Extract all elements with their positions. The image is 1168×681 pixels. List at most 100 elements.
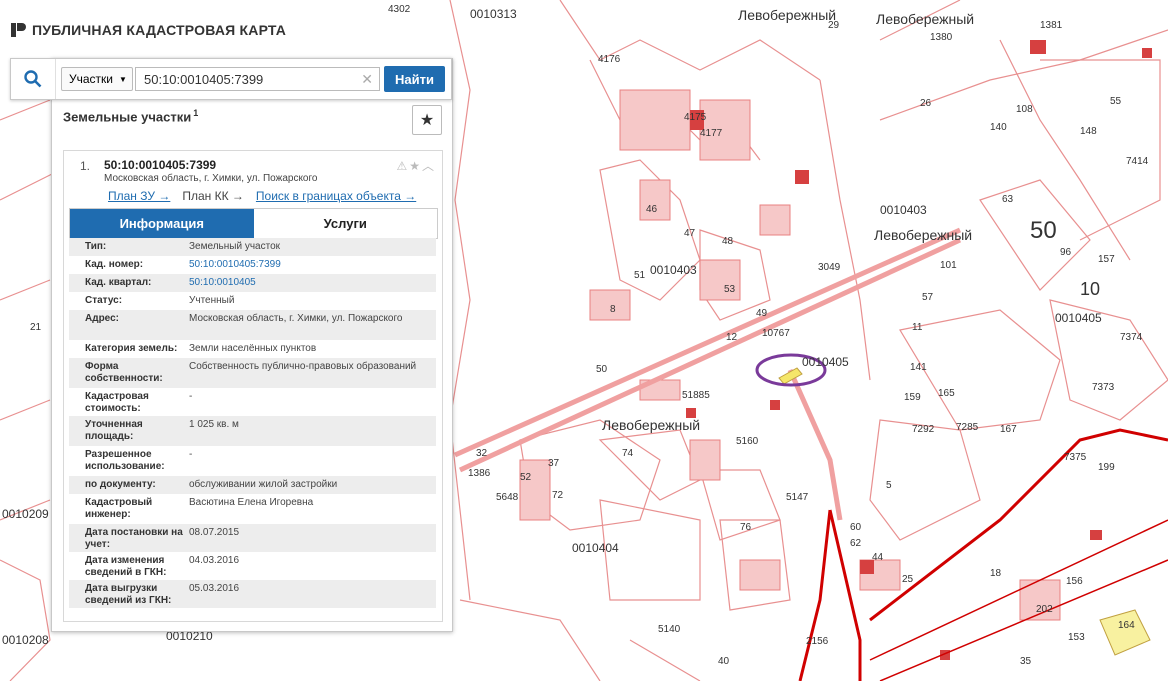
plan-zu-link[interactable]: План ЗУ →	[108, 189, 170, 203]
parcel-label: 47	[684, 228, 696, 239]
property-row: Статус: Учтенный	[69, 292, 436, 310]
property-label: Статус:	[85, 295, 123, 306]
card-tabs: Информация Услуги	[69, 208, 438, 239]
tab-services[interactable]: Услуги	[253, 209, 437, 238]
property-label: Дата изменения сведений в ГКН:	[85, 555, 167, 578]
search-icon[interactable]	[11, 59, 56, 99]
chevron-up-icon[interactable]: ︿	[422, 159, 436, 173]
parcel-cad-number[interactable]: 50:10:0010405:7399	[104, 158, 216, 172]
plan-kk-link[interactable]: План КК →	[182, 189, 244, 203]
search-type-label: Участки	[69, 72, 113, 86]
parcel-label: 25	[902, 574, 914, 585]
parcel-label: 35	[1020, 656, 1032, 667]
card-links: План ЗУ → План КК → Поиск в границах объ…	[108, 189, 416, 203]
property-value: Собственность публично-правовых образова…	[189, 361, 417, 372]
results-section-title: Земельные участки 1	[63, 108, 198, 124]
parcel-label: 101	[940, 260, 957, 271]
property-value[interactable]: 50:10:0010405	[189, 277, 436, 289]
property-value: Учтенный	[189, 295, 235, 306]
quarter-number-50: 50	[1030, 217, 1057, 244]
parcel-card: 1. 50:10:0010405:7399 Московская область…	[63, 150, 443, 622]
section-title-text: Земельные участки	[63, 109, 192, 125]
property-value: 1 025 кв. м	[189, 419, 239, 430]
parcel-label: 5160	[736, 436, 759, 447]
quarter-label: 0010403	[650, 263, 697, 277]
parcel-label: 60	[850, 522, 862, 533]
parcel-label: 108	[1016, 104, 1033, 115]
chevron-down-icon: ▼	[119, 74, 127, 84]
property-table: Тип: Земельный участок Кад. номер: 50:10:0…	[69, 238, 436, 608]
parcel-label: 4177	[700, 128, 723, 139]
property-value: -	[189, 449, 193, 460]
parcel-label: 2156	[806, 636, 829, 647]
property-row: Дата изменения сведений в ГКН: 04.03.2016	[69, 552, 436, 580]
parcel-label: 50	[596, 364, 608, 375]
parcel-label: 18	[990, 568, 1002, 579]
parcel-label: 49	[756, 308, 768, 319]
property-row: Категория земель: Земли населённых пункто…	[69, 340, 436, 358]
parcel-label: 40	[718, 656, 730, 667]
property-label: Кад. квартал:	[85, 277, 152, 288]
property-value: Васютина Елена Игоревна	[189, 497, 314, 508]
property-row: Кадастровый инженер: Васютина Елена Игоре…	[69, 494, 436, 524]
parcel-label: 48	[722, 236, 734, 247]
search-in-bounds-link[interactable]: Поиск в границах объекта →	[256, 189, 416, 203]
parcel-label: 140	[990, 122, 1007, 133]
property-label: Дата постановки на учет:	[85, 527, 183, 550]
parcel-label: 1380	[930, 32, 953, 43]
property-label: Тип:	[85, 241, 107, 252]
clear-icon[interactable]: ✕	[361, 71, 373, 88]
property-label: Кадастровый инженер:	[85, 497, 153, 520]
property-row: Кад. квартал: 50:10:0010405	[69, 274, 436, 292]
parcel-label: 57	[922, 292, 934, 303]
parcel-label: 26	[920, 98, 932, 109]
parcel-label: 157	[1098, 254, 1115, 265]
search-bar: Участки ▼ 50:10:0010405:7399 ✕ Найти	[10, 58, 452, 100]
property-row: Кадастровая стоимость: -	[69, 388, 436, 416]
property-value: 05.03.2016	[189, 583, 240, 594]
parcel-label: 199	[1098, 462, 1115, 473]
property-value[interactable]: 50:10:0010405:7399	[189, 259, 436, 271]
property-row: Дата выгрузки сведений из ГКН: 05.03.2016	[69, 580, 436, 608]
parcel-label: 167	[1000, 424, 1017, 435]
property-value: Земельный участок	[189, 241, 281, 252]
warning-icon[interactable]: ⚠	[396, 159, 409, 173]
parcel-label: 46	[646, 204, 658, 215]
property-value: 04.03.2016	[189, 555, 240, 566]
find-button[interactable]: Найти	[384, 66, 445, 92]
parcel-label: 5	[886, 480, 892, 491]
parcel-label: 96	[1060, 247, 1072, 258]
parcel-label: 7373	[1092, 382, 1115, 393]
parcel-label: 72	[552, 490, 564, 501]
district-label: Левобережный	[876, 11, 974, 27]
parcel-label: 1386	[468, 468, 491, 479]
parcel-label: 1381	[1040, 20, 1063, 31]
parcel-label: 7292	[912, 424, 935, 435]
property-label: Дата выгрузки сведений из ГКН:	[85, 583, 172, 606]
parcel-label: 53	[724, 284, 736, 295]
parcel-label: 156	[1066, 576, 1083, 587]
parcel-label: 12	[726, 332, 738, 343]
parcel-label: 153	[1068, 632, 1085, 643]
parcel-label: 10	[1080, 279, 1100, 299]
search-input[interactable]: 50:10:0010405:7399 ✕	[135, 67, 380, 91]
parcel-label: 7285	[956, 422, 979, 433]
property-row: Адрес: Московская область, г. Химки, ул. …	[69, 310, 436, 340]
property-row: Уточненная площадь: 1 025 кв. м	[69, 416, 436, 446]
property-row: Разрешенное использование: -	[69, 446, 436, 476]
tab-info[interactable]: Информация	[70, 209, 254, 238]
parcel-label: 5140	[658, 624, 681, 635]
district-label: Левобережный	[874, 227, 972, 243]
parcel-label: 141	[910, 362, 927, 373]
favorite-star-button[interactable]: ★	[412, 105, 442, 135]
property-value: обслуживании жилой застройки	[189, 479, 338, 490]
parcel-address: Московская область, г. Химки, ул. Пожарс…	[104, 173, 318, 184]
star-outline-icon[interactable]: ★	[409, 159, 422, 173]
search-query-text: 50:10:0010405:7399	[144, 71, 264, 87]
quarter-label: 0010209	[2, 507, 49, 521]
parcel-label: 44	[872, 552, 884, 563]
search-type-select[interactable]: Участки ▼	[61, 67, 133, 91]
parcel-label: 4302	[388, 4, 411, 15]
property-label: Кад. номер:	[85, 259, 144, 270]
district-label: Левобережный	[602, 417, 700, 433]
